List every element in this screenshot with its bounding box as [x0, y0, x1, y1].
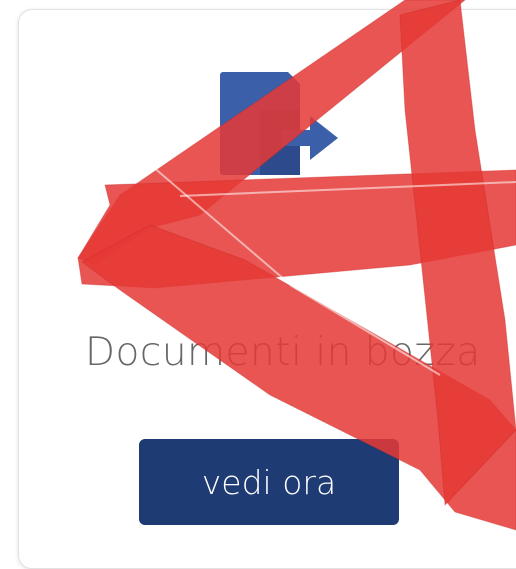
document-export-icon — [220, 72, 338, 175]
card-title: Documenti in bozza — [85, 330, 481, 375]
view-now-button[interactable]: vedi ora — [139, 439, 399, 525]
